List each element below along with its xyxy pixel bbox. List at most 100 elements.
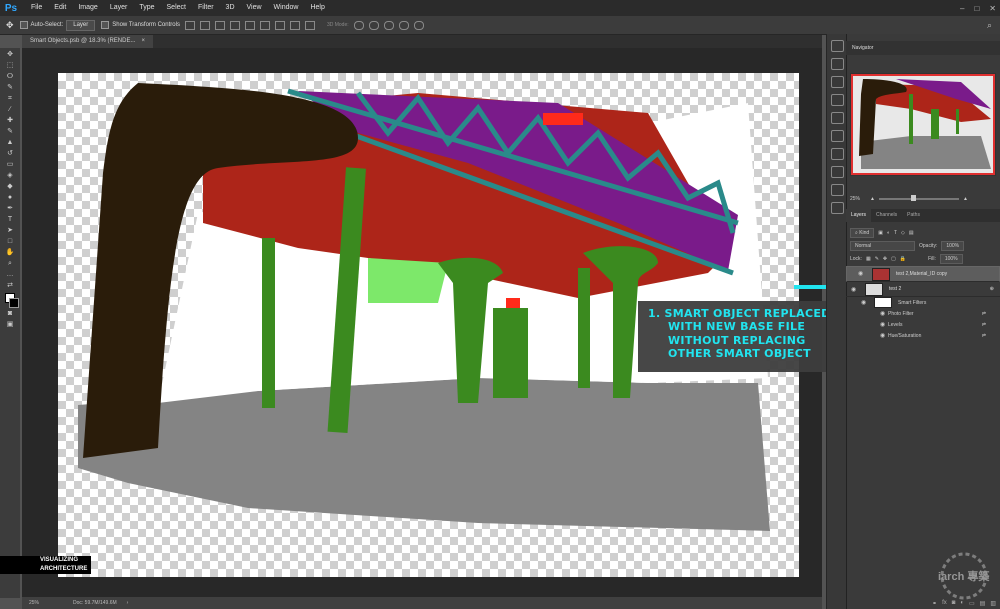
history-brush-tool-icon[interactable]: ↺	[5, 150, 15, 158]
blur-tool-icon[interactable]: ◆	[5, 183, 15, 191]
zoom-slider-handle[interactable]	[910, 195, 916, 201]
filter-options-icon[interactable]: ⇌	[982, 333, 986, 339]
align-middle-icon[interactable]	[199, 20, 210, 30]
history-panel-icon[interactable]	[830, 40, 844, 52]
eye-icon[interactable]: ◉	[880, 310, 888, 317]
maximize-button[interactable]: □	[974, 4, 979, 13]
distribute-icon[interactable]	[289, 20, 300, 30]
navigator-zoom-value[interactable]: 25%	[850, 196, 860, 202]
quick-mask-icon[interactable]: ◙	[5, 310, 15, 318]
hand-tool-icon[interactable]: ✋	[5, 249, 15, 257]
info-panel-icon[interactable]	[830, 184, 844, 196]
lasso-tool-icon[interactable]: ⵔ	[5, 73, 15, 81]
pixel-filter-icon[interactable]: ▣	[878, 230, 883, 236]
pen-tool-icon[interactable]: ✒	[5, 205, 15, 213]
menu-edit[interactable]: Edit	[48, 0, 72, 16]
filter-options-icon[interactable]: ⇌	[982, 322, 986, 328]
menu-help[interactable]: Help	[304, 0, 330, 16]
show-transform-checkbox[interactable]	[101, 21, 110, 29]
3d-slide-icon[interactable]	[398, 20, 409, 30]
menu-window[interactable]: Window	[268, 0, 305, 16]
lock-all-icon[interactable]: 🔒	[900, 256, 906, 262]
filter-options-icon[interactable]: ⇌	[982, 311, 986, 317]
menu-type[interactable]: Type	[133, 0, 160, 16]
filter-row[interactable]: ◉ Hue/Saturation ⇌	[846, 330, 1000, 341]
clone-stamp-tool-icon[interactable]: ▲	[5, 139, 15, 147]
smart-object-filter-icon[interactable]: ▤	[909, 230, 914, 236]
paint-bucket-tool-icon[interactable]: ◈	[5, 172, 15, 180]
path-select-tool-icon[interactable]: ➤	[5, 227, 15, 235]
type-filter-icon[interactable]: T	[894, 230, 897, 236]
minimize-button[interactable]: –	[960, 4, 964, 13]
align-top-icon[interactable]	[184, 20, 195, 30]
eye-icon[interactable]: ◉	[851, 286, 859, 293]
eye-icon[interactable]: ◉	[880, 332, 888, 339]
document-tab[interactable]: Smart Objects.psb @ 18.3% (RENDE... ×	[22, 35, 153, 48]
healing-brush-tool-icon[interactable]: ✚	[5, 117, 15, 125]
shape-filter-icon[interactable]: ◇	[901, 230, 905, 236]
layer-row[interactable]: ◉ test 2,Material_ID copy	[846, 266, 1000, 282]
navigator-title[interactable]: Navigator	[852, 45, 873, 51]
layer-dropdown[interactable]: Layer	[66, 19, 96, 31]
move-tool-icon[interactable]: ✥	[5, 51, 15, 59]
menu-layer[interactable]: Layer	[104, 0, 134, 16]
brush-tool-icon[interactable]: ✎	[5, 128, 15, 136]
move-tool-icon[interactable]: ✥	[6, 20, 14, 31]
color-panel-icon[interactable]	[830, 76, 844, 88]
lock-move-icon[interactable]: ✥	[883, 256, 887, 262]
zoom-in-icon[interactable]: ▲	[963, 196, 968, 202]
menu-3d[interactable]: 3D	[220, 0, 241, 16]
smart-filters-row[interactable]: ◉ Smart Filters	[846, 297, 1000, 308]
status-arrow-icon[interactable]: ›	[127, 600, 129, 606]
brush-panel-icon[interactable]	[830, 202, 844, 214]
filter-kind-dropdown[interactable]: ⌕ Kind	[850, 227, 875, 238]
eyedropper-tool-icon[interactable]: ∕	[5, 106, 15, 114]
zoom-level[interactable]: 25%	[29, 600, 39, 606]
menu-view[interactable]: View	[241, 0, 268, 16]
zoom-tool-icon[interactable]: ⌕	[5, 260, 15, 268]
adjustment-filter-icon[interactable]: ◐	[887, 230, 890, 236]
menu-image[interactable]: Image	[72, 0, 103, 16]
tab-channels[interactable]: Channels	[871, 209, 902, 222]
eye-icon[interactable]: ◉	[861, 299, 869, 306]
3d-scale-icon[interactable]	[413, 20, 424, 30]
close-button[interactable]: ✕	[989, 4, 996, 13]
navigator-thumbnail[interactable]	[850, 73, 996, 176]
search-icon[interactable]: ⌕	[987, 20, 992, 31]
fill-field[interactable]: 100%	[939, 253, 963, 264]
properties-panel-icon[interactable]	[830, 58, 844, 70]
swatches-panel-icon[interactable]	[830, 94, 844, 106]
3d-drag-icon[interactable]	[383, 20, 394, 30]
eye-icon[interactable]: ◉	[858, 270, 866, 279]
menu-filter[interactable]: Filter	[192, 0, 220, 16]
dodge-tool-icon[interactable]: ●	[5, 194, 15, 202]
more-tools-icon[interactable]: …	[5, 271, 15, 279]
marquee-tool-icon[interactable]: ⬚	[5, 62, 15, 70]
layer-row[interactable]: ◉ test 2 ⊕	[846, 282, 1000, 297]
distribute-icon[interactable]	[304, 20, 315, 30]
type-tool-icon[interactable]: T	[5, 216, 15, 224]
3d-rotate-icon[interactable]	[353, 20, 364, 30]
close-tab-icon[interactable]: ×	[141, 35, 145, 48]
align-center-icon[interactable]	[244, 20, 255, 30]
zoom-out-icon[interactable]: ▲	[870, 196, 875, 202]
3d-roll-icon[interactable]	[368, 20, 379, 30]
crop-tool-icon[interactable]: ⌗	[5, 95, 15, 103]
tab-paths[interactable]: Paths	[902, 209, 925, 222]
eye-icon[interactable]: ◉	[880, 321, 888, 328]
align-bottom-icon[interactable]	[214, 20, 225, 30]
lock-artboard-icon[interactable]: ▢	[891, 256, 896, 262]
menu-select[interactable]: Select	[161, 0, 192, 16]
color-swatches-icon[interactable]	[5, 293, 19, 308]
lock-paint-icon[interactable]: ✎	[875, 256, 879, 262]
rectangle-tool-icon[interactable]: □	[5, 238, 15, 246]
quick-select-tool-icon[interactable]: ✎	[5, 84, 15, 92]
lock-pixels-icon[interactable]: ▦	[866, 256, 871, 262]
distribute-icon[interactable]	[274, 20, 285, 30]
menu-file[interactable]: File	[25, 0, 48, 16]
opacity-field[interactable]: 100%	[941, 240, 965, 251]
screen-mode-icon[interactable]: ▣	[5, 321, 15, 329]
eraser-tool-icon[interactable]: ▭	[5, 161, 15, 169]
paths-panel-icon[interactable]	[830, 148, 844, 160]
auto-select-checkbox[interactable]	[19, 21, 28, 29]
